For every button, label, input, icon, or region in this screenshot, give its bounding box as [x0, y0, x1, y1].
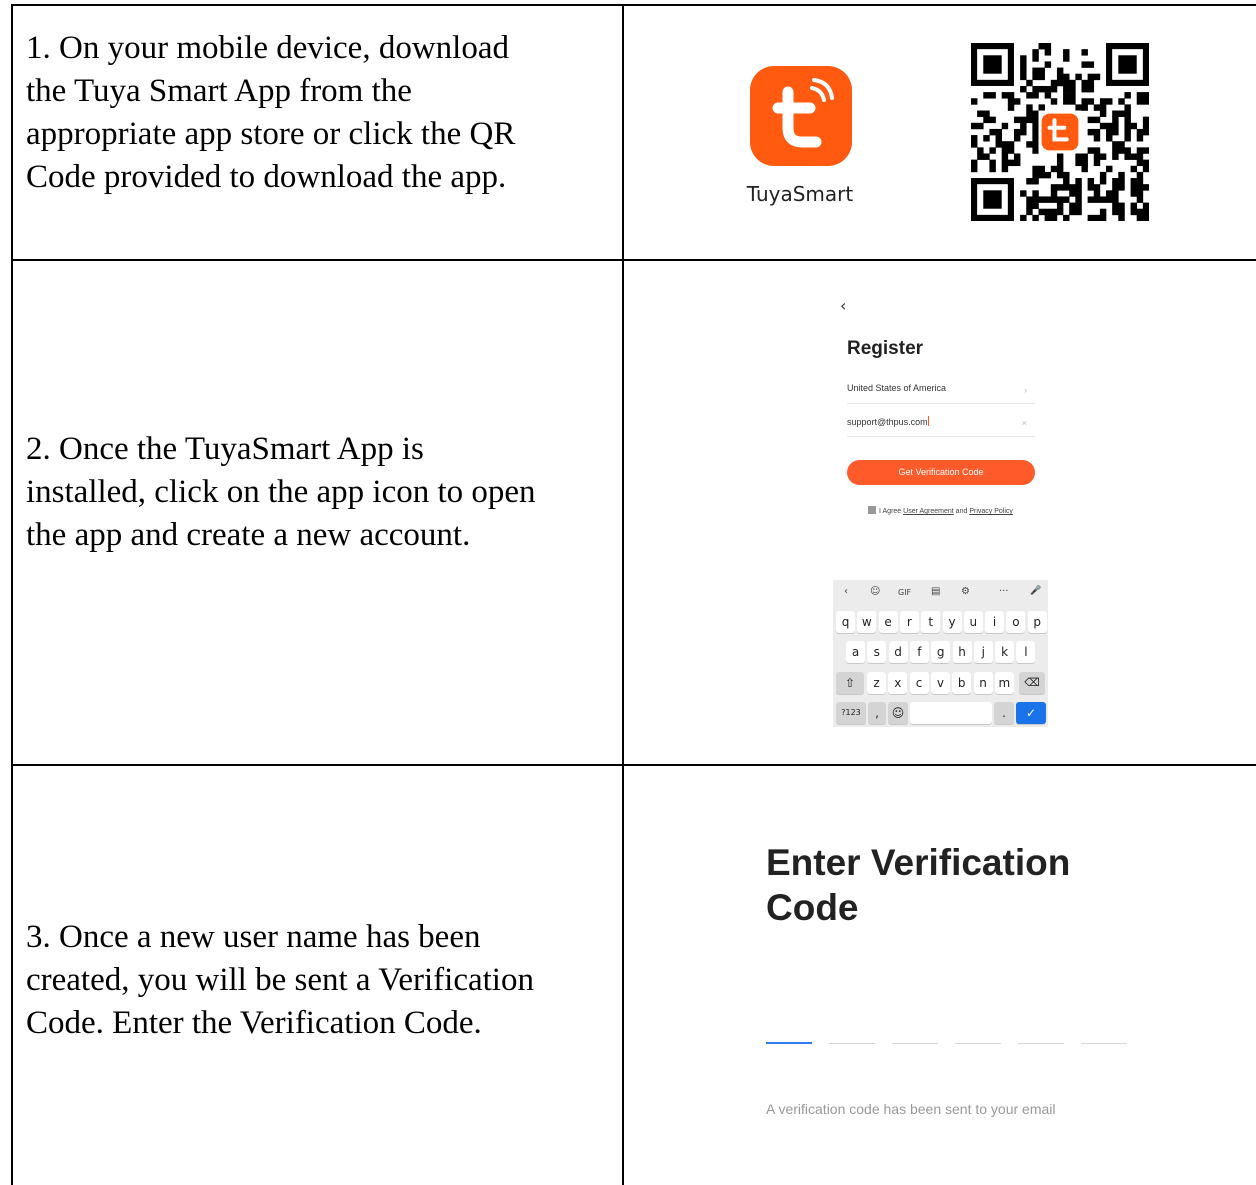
back-chevron-icon[interactable]: ‹: [840, 296, 846, 315]
key-o[interactable]: o: [1006, 611, 1026, 633]
settings-gear-icon[interactable]: ⚙: [961, 586, 970, 597]
code-digit-2[interactable]: [829, 1043, 875, 1044]
code-digit-6[interactable]: [1081, 1043, 1127, 1044]
period-key[interactable]: .: [994, 702, 1014, 724]
key-t[interactable]: t: [921, 611, 941, 633]
verification-title: Enter Verification Code: [766, 840, 1070, 930]
step-3-line: created, you will be sent a Verification: [26, 962, 534, 998]
verification-hint: A verification code has been sent to you…: [766, 1101, 1056, 1117]
country-field[interactable]: United States of America ›: [847, 383, 1035, 404]
email-field[interactable]: support@thpus.com ×: [847, 416, 1035, 437]
key-a[interactable]: a: [846, 641, 865, 663]
symbols-key[interactable]: ?123: [836, 702, 866, 724]
register-title: Register: [847, 338, 924, 359]
code-digit-5[interactable]: [1018, 1043, 1064, 1044]
key-h[interactable]: h: [952, 641, 972, 663]
privacy-policy-link[interactable]: Privacy Policy: [969, 508, 1013, 515]
step-1-line: appropriate app store or click the QR: [26, 116, 516, 152]
key-d[interactable]: d: [888, 641, 908, 663]
step-2-line: the app and create a new account.: [26, 517, 471, 553]
more-options-icon[interactable]: ···: [999, 586, 1009, 597]
on-screen-keyboard: ‹ ☺ GIF ▤ ⚙ ··· 🎤 qwertyuiop asdfghjkl ⇧…: [833, 580, 1048, 727]
key-l[interactable]: l: [1016, 641, 1036, 663]
country-value: United States of America: [847, 383, 947, 393]
key-q[interactable]: q: [836, 611, 855, 633]
key-e[interactable]: e: [878, 611, 898, 633]
agree-and: and: [953, 508, 970, 515]
gif-button[interactable]: GIF: [898, 588, 911, 597]
table-row-divider-2: [11, 764, 1256, 766]
key-v[interactable]: v: [930, 672, 950, 694]
qr-code-icon[interactable]: [971, 43, 1150, 222]
table-row-divider-1: [11, 259, 1256, 261]
key-k[interactable]: k: [995, 641, 1015, 663]
comma-key[interactable]: ,: [868, 702, 886, 724]
clipboard-icon[interactable]: ▤: [931, 586, 940, 597]
key-c[interactable]: c: [909, 672, 929, 694]
table-divider-middle: [622, 4, 624, 1185]
verification-title-line: Enter Verification: [766, 842, 1071, 883]
email-value: support@thpus.com: [847, 417, 928, 427]
tuya-logo-icon[interactable]: [750, 66, 852, 166]
key-g[interactable]: g: [931, 641, 951, 663]
key-n[interactable]: n: [973, 672, 993, 694]
keyboard-toolbar: ‹ ☺ GIF ▤ ⚙ ··· 🎤: [833, 583, 1048, 605]
key-b[interactable]: b: [952, 672, 972, 694]
text-cursor: [927, 416, 929, 426]
verification-title-line: Code: [766, 887, 859, 928]
backspace-key[interactable]: ⌫: [1019, 672, 1045, 694]
keyboard-collapse-icon[interactable]: ‹: [844, 586, 848, 597]
key-f[interactable]: f: [909, 641, 929, 663]
done-key[interactable]: ✓: [1016, 702, 1046, 724]
code-digit-4[interactable]: [955, 1043, 1001, 1044]
step-2-line: installed, click on the app icon to open: [26, 474, 536, 510]
agreement-row: I Agree User Agreement and Privacy Polic…: [868, 506, 1013, 515]
key-u[interactable]: u: [963, 611, 983, 633]
step-1-line: Code provided to download the app.: [26, 159, 507, 195]
get-verification-code-button[interactable]: Get Verification Code: [847, 460, 1035, 485]
app-name-label: TuyaSmart: [746, 182, 854, 206]
key-i[interactable]: i: [985, 611, 1005, 633]
step-1-line: 1. On your mobile device, download: [26, 30, 509, 66]
user-agreement-link[interactable]: User Agreement: [903, 508, 954, 515]
key-m[interactable]: m: [994, 672, 1014, 694]
key-r[interactable]: r: [899, 611, 919, 633]
code-digit-1[interactable]: [766, 1042, 812, 1044]
step-2-line: 2. Once the TuyaSmart App is: [26, 431, 424, 467]
agree-checkbox[interactable]: [868, 506, 876, 514]
chevron-right-icon: ›: [1024, 385, 1027, 395]
table-border-left: [11, 4, 13, 1185]
step-3-line: 3. Once a new user name has been: [26, 919, 481, 955]
key-x[interactable]: x: [888, 672, 908, 694]
step-1-line: the Tuya Smart App from the: [26, 73, 412, 109]
table-border-top: [11, 4, 1256, 6]
step-3-line: Code. Enter the Verification Code.: [26, 1005, 482, 1041]
key-z[interactable]: z: [867, 672, 886, 694]
space-key[interactable]: [910, 702, 992, 724]
code-digit-3[interactable]: [892, 1043, 938, 1044]
agree-prefix: I Agree: [879, 508, 904, 515]
sticker-icon[interactable]: ☺: [870, 586, 880, 597]
shift-key[interactable]: ⇧: [836, 672, 864, 694]
step-3-text: 3. Once a new user name has been created…: [26, 916, 534, 1045]
step-1-text: 1. On your mobile device, download the T…: [26, 27, 515, 199]
step-2-text: 2. Once the TuyaSmart App is installed, …: [26, 428, 536, 557]
key-w[interactable]: w: [857, 611, 877, 633]
key-p[interactable]: p: [1027, 611, 1047, 633]
microphone-icon[interactable]: 🎤: [1030, 586, 1041, 596]
emoji-key[interactable]: ☺: [888, 702, 908, 724]
key-j[interactable]: j: [973, 641, 993, 663]
clear-icon[interactable]: ×: [1022, 418, 1027, 428]
key-s[interactable]: s: [867, 641, 887, 663]
key-y[interactable]: y: [942, 611, 962, 633]
